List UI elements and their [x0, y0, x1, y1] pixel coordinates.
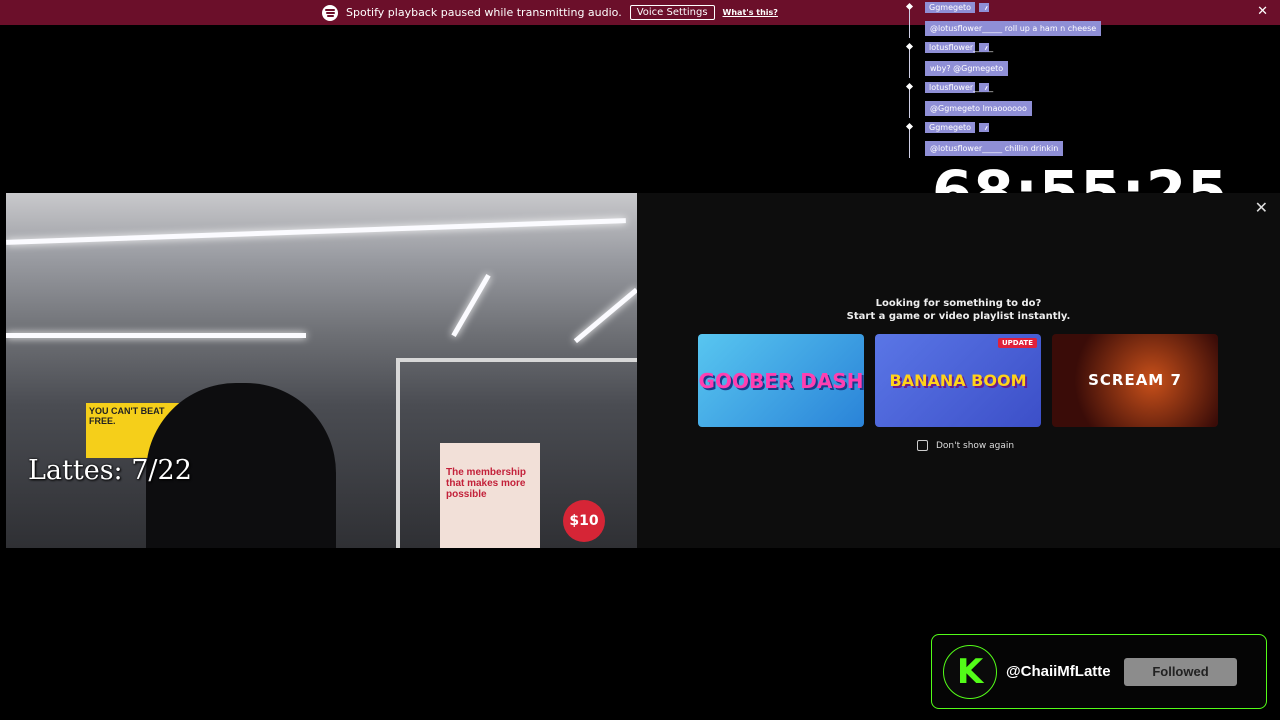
notice-message: Spotify playback paused while transmitti…	[346, 6, 622, 19]
activity-heading: Looking for something to do? Start a gam…	[637, 297, 1280, 323]
chat-overlay: Ggmegeto @lotusflower_____ roll up a ham…	[904, 2, 1124, 162]
activity-heading-line1: Looking for something to do?	[875, 298, 1042, 309]
diamond-icon	[905, 2, 914, 11]
dont-show-checkbox[interactable]	[917, 440, 928, 451]
chat-text: @Ggmegeto lmaoooooo	[925, 101, 1032, 116]
close-icon[interactable]: ✕	[1257, 4, 1268, 19]
dont-show-again-row[interactable]: Don't show again	[917, 440, 1014, 451]
card-title: GOOBER DASH	[698, 368, 864, 393]
diamond-icon	[905, 42, 914, 51]
lattes-counter: Lattes: 7/22	[28, 455, 192, 486]
whats-this-link[interactable]: What's this?	[723, 8, 778, 17]
chat-username: lotusflower_____	[925, 42, 993, 53]
chat-text: @lotusflower_____ chillin drinkin	[925, 141, 1064, 156]
chat-username: Ggmegeto	[925, 2, 975, 13]
chat-message: Ggmegeto @lotusflower_____ roll up a ham…	[904, 2, 1124, 38]
price-tag: $10	[563, 500, 605, 542]
follow-card: K @ChaiiMfLatte Followed	[931, 634, 1267, 709]
pencil-icon	[979, 83, 989, 92]
card-title: SCREAM 7	[1088, 371, 1182, 389]
diamond-icon	[905, 122, 914, 131]
spotify-icon	[322, 4, 339, 21]
followed-button[interactable]: Followed	[1124, 657, 1237, 686]
activity-card-gobber-dash[interactable]: GOOBER DASH	[698, 334, 864, 427]
chat-username: Ggmegeto	[925, 122, 975, 133]
update-badge: UPDATE	[997, 338, 1037, 348]
pencil-icon	[979, 43, 989, 52]
chat-username: lotusflower_____	[925, 82, 993, 93]
channel-handle: @ChaiiMfLatte	[1006, 663, 1111, 680]
store-poster: The membership that makes more possible	[440, 443, 540, 548]
close-icon[interactable]: ✕	[1255, 198, 1268, 217]
chat-message: Ggmegeto @lotusflower_____ chillin drink…	[904, 122, 1124, 158]
kick-logo-icon: K	[943, 644, 997, 699]
activity-panel: ✕ Looking for something to do? Start a g…	[637, 193, 1280, 548]
badge-icon	[979, 3, 989, 12]
diamond-icon	[905, 82, 914, 91]
activity-card-banana-boom[interactable]: UPDATE BANANA BOOM	[875, 334, 1041, 427]
badge-icon	[979, 123, 989, 132]
chat-message: lotusflower_____ @Ggmegeto lmaoooooo	[904, 82, 1124, 118]
chat-text: wby? @Ggmegeto	[925, 61, 1009, 76]
activity-card-scream[interactable]: SCREAM 7	[1052, 334, 1218, 427]
card-title: BANANA BOOM	[889, 370, 1027, 390]
dont-show-label: Don't show again	[936, 440, 1015, 451]
voice-settings-button[interactable]: Voice Settings	[629, 5, 715, 20]
camera-video: YOU CAN'T BEAT FREE. The membership that…	[6, 193, 637, 548]
activity-cards: GOOBER DASH UPDATE BANANA BOOM SCREAM 7	[698, 334, 1218, 427]
activity-heading-line2: Start a game or video playlist instantly…	[846, 311, 1071, 322]
chat-text: @lotusflower_____ roll up a ham n cheese	[925, 21, 1102, 36]
chat-message: lotusflower_____ wby? @Ggmegeto	[904, 42, 1124, 78]
